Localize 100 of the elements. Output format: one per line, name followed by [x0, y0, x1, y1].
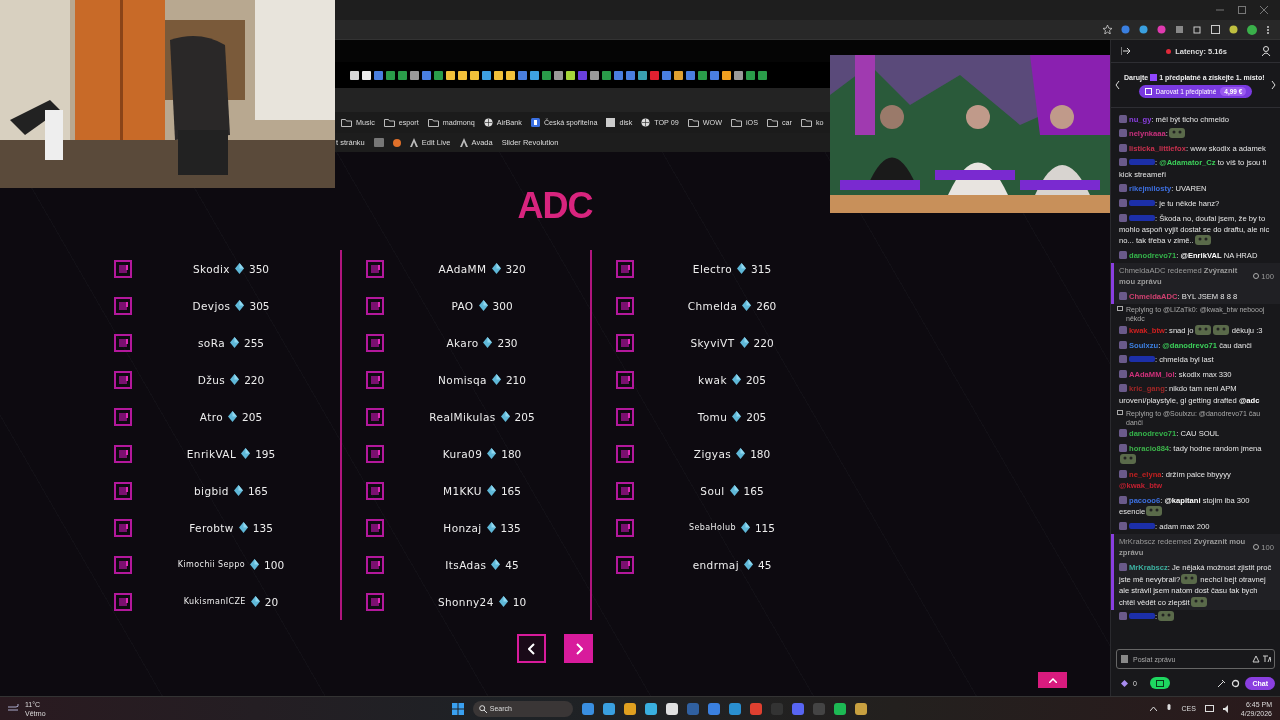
player-name: Ferobtw [189, 521, 234, 534]
emote-icon [1120, 454, 1136, 465]
folder-icon [383, 118, 395, 127]
player-icon [114, 481, 132, 500]
globe-icon [483, 118, 493, 127]
diamond-icon [478, 300, 488, 311]
player-name: Electro [692, 262, 733, 275]
player-name: SkyviVT [690, 336, 735, 349]
badge-icon [1119, 563, 1127, 572]
player-icon [616, 444, 634, 463]
player-name: Atro [199, 410, 224, 423]
player-score: 230 [497, 336, 518, 349]
reply-icon [1117, 306, 1123, 313]
badge-icon [1119, 250, 1127, 259]
diamond-icon [731, 374, 741, 385]
player-icon [616, 518, 634, 537]
chevron-right-icon [574, 642, 583, 655]
status-dot-icon [392, 138, 401, 147]
bank-icon [530, 118, 540, 127]
player-icon [616, 481, 634, 500]
player-icon [616, 555, 634, 574]
close-icon[interactable] [1260, 6, 1268, 14]
emote-icon [1158, 611, 1175, 622]
player-score: 115 [754, 521, 775, 534]
diamond-icon [235, 300, 245, 311]
player-score: 205 [514, 410, 535, 423]
app-icon[interactable] [665, 702, 678, 715]
translate-icon[interactable] [1263, 655, 1271, 663]
diamond-icon [743, 559, 753, 570]
users-icon[interactable] [1262, 46, 1272, 56]
microphone-icon[interactable] [1166, 704, 1173, 713]
next-button[interactable] [564, 634, 593, 663]
player-score: 165 [247, 484, 268, 497]
player-score: 220 [244, 373, 265, 386]
avada-icon [459, 138, 468, 147]
player-name: KukismanICZE [183, 597, 246, 606]
folder-icon [800, 118, 812, 127]
player-name: Nomisqa [438, 373, 487, 386]
player-icon [366, 407, 384, 426]
emote-icon [1146, 506, 1163, 517]
player-score: 180 [501, 447, 522, 460]
player-name: EnrikVAL [186, 447, 237, 460]
previous-button[interactable] [517, 634, 546, 663]
player-score: 205 [242, 410, 263, 423]
player-name: Zigyas [693, 447, 732, 460]
app-icon[interactable] [623, 702, 636, 715]
badge-icon [1119, 612, 1127, 621]
collapse-icon[interactable] [1121, 47, 1131, 55]
player-name: Tomu [697, 410, 728, 423]
diamond-icon [729, 485, 739, 496]
player-score: 20 [264, 595, 279, 608]
diamond-icon [233, 485, 243, 496]
player-score: 135 [500, 521, 521, 534]
player-score: 180 [750, 447, 771, 460]
diamond-icon [736, 448, 746, 459]
star-icon[interactable] [1103, 25, 1112, 34]
player-icon [366, 555, 384, 574]
chevron-right-icon[interactable] [1271, 81, 1276, 89]
diamond-icon [500, 411, 510, 422]
player-score: 165 [743, 484, 764, 497]
emote-icon [1194, 324, 1211, 335]
player-score: 195 [255, 447, 276, 460]
player-name: Akaro [446, 336, 479, 349]
player-name: Skodix [192, 262, 230, 275]
player-score: 210 [505, 373, 526, 386]
channel-points-icon[interactable] [1121, 679, 1128, 687]
chevron-up-icon[interactable] [1150, 706, 1158, 711]
emote-icon [1190, 596, 1207, 607]
player-name: ItsAdas [445, 558, 487, 571]
maximize-icon[interactable] [1238, 6, 1246, 14]
sidebar-icon[interactable] [1211, 25, 1220, 34]
app-icon[interactable] [644, 702, 657, 715]
emote-icon [1181, 573, 1198, 584]
chevron-left-icon[interactable] [1115, 81, 1120, 89]
player-icon [366, 333, 384, 352]
start-icon[interactable] [451, 702, 464, 715]
page-title: ADC [517, 184, 593, 228]
player-icon [114, 407, 132, 426]
player-name: kwak [698, 373, 727, 386]
emote-icon [1194, 235, 1211, 246]
badge-icon [1119, 469, 1127, 478]
player-score: 205 [745, 373, 766, 386]
bonus-button[interactable] [1149, 677, 1170, 689]
points-icon [1253, 273, 1260, 280]
app-icon[interactable] [602, 702, 615, 715]
player-score: 45 [505, 558, 519, 571]
player-name: RealMikulas [429, 410, 496, 423]
player-score: 165 [500, 484, 521, 497]
chevron-left-icon [527, 642, 536, 655]
player-score: 300 [492, 299, 513, 312]
player-icon [114, 518, 132, 537]
menu-icon[interactable] [1266, 24, 1270, 35]
diamond-icon [491, 559, 501, 570]
folder-icon [427, 118, 439, 127]
avatar-icon[interactable] [1247, 24, 1257, 35]
app-icon[interactable] [854, 702, 867, 715]
diamond-icon [483, 337, 493, 348]
app-icon[interactable] [833, 702, 846, 715]
player-name: endrmaj [692, 558, 739, 571]
extension-icon[interactable] [1229, 25, 1238, 34]
